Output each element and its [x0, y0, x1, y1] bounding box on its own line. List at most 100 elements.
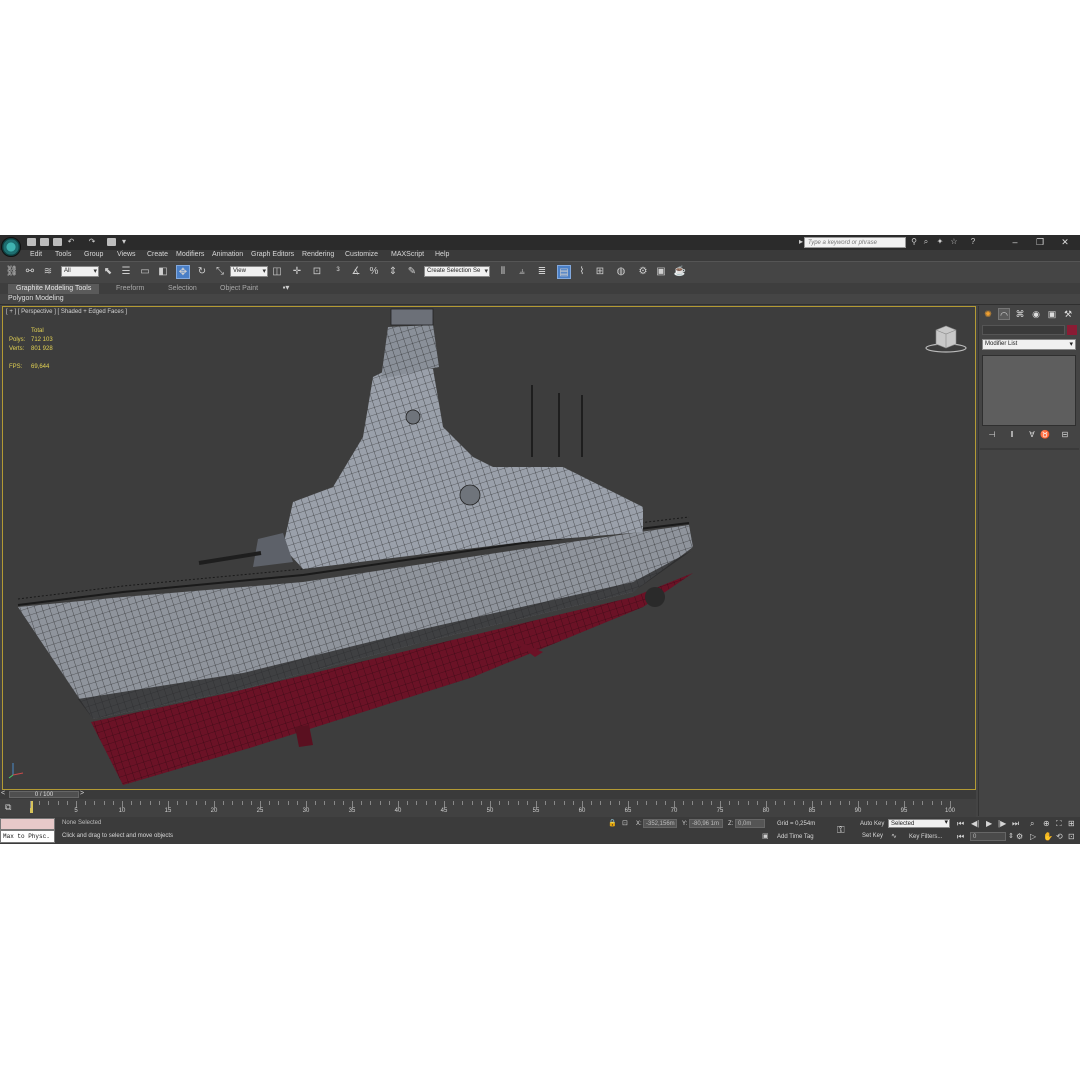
edit-named-selection-icon[interactable]: ✎: [405, 265, 419, 279]
percent-snap-icon[interactable]: %: [367, 265, 381, 279]
selection-filter-dropdown[interactable]: All: [61, 266, 99, 277]
x-coordinate-field[interactable]: -352,156m: [643, 819, 677, 828]
create-tab-icon[interactable]: ✺: [982, 308, 994, 320]
menu-modifiers[interactable]: Modifiers: [176, 251, 204, 258]
menu-animation[interactable]: Animation: [212, 251, 243, 258]
show-end-result-icon[interactable]: ‖: [1006, 430, 1018, 440]
undo-icon[interactable]: ↶: [67, 238, 75, 246]
pin-stack-icon[interactable]: ⊣: [986, 430, 998, 440]
key-filters-button[interactable]: Key Filters...: [909, 834, 942, 840]
zoom-all-icon[interactable]: ⊕: [1043, 819, 1050, 828]
graphite-toggle-icon[interactable]: ▤: [557, 265, 571, 279]
tab-object-paint[interactable]: Object Paint: [212, 284, 266, 294]
menu-maxscript[interactable]: MAXScript: [391, 251, 424, 258]
tab-graphite-modeling-tools[interactable]: Graphite Modeling Tools: [8, 284, 100, 294]
rendered-frame-window-icon[interactable]: ▣: [654, 265, 668, 279]
schematic-view-icon[interactable]: ⊞: [593, 265, 607, 279]
spinner-snap-icon[interactable]: ⇕: [386, 265, 400, 279]
default-in-out-tangent-icon[interactable]: ∿: [891, 832, 897, 840]
prev-frame-arrow[interactable]: <: [1, 790, 5, 797]
menu-help[interactable]: Help: [435, 251, 449, 258]
menu-create[interactable]: Create: [147, 251, 168, 258]
go-to-start-icon[interactable]: ⏮: [957, 819, 964, 829]
mirror-icon[interactable]: ⫴: [496, 265, 510, 279]
z-coordinate-field[interactable]: 0,0m: [735, 819, 765, 828]
snaps-toggle-icon[interactable]: ³: [331, 265, 345, 279]
maximize-viewport-icon[interactable]: ⊡: [1068, 832, 1075, 841]
zoom-extents-all-icon[interactable]: ⊞: [1068, 819, 1075, 828]
zoom-extents-icon[interactable]: ⛶: [1056, 819, 1062, 829]
menu-tools[interactable]: Tools: [55, 251, 71, 258]
binoculars-icon[interactable]: ⚲: [910, 238, 918, 246]
named-selection-dropdown[interactable]: Create Selection Se: [424, 266, 490, 277]
menu-rendering[interactable]: Rendering: [302, 251, 334, 258]
rect-selection-icon[interactable]: ▭: [138, 265, 152, 279]
select-move-icon[interactable]: ✥: [176, 265, 190, 279]
save-file-icon[interactable]: [53, 238, 62, 246]
rotate-icon[interactable]: ↻: [195, 265, 209, 279]
modify-tab-icon[interactable]: ◠: [998, 308, 1010, 320]
scale-icon[interactable]: ⤡: [213, 265, 227, 279]
viewcube-icon[interactable]: [924, 324, 968, 354]
search-icon[interactable]: ⌕: [922, 238, 930, 246]
make-unique-icon[interactable]: ∀: [1026, 430, 1038, 440]
trackbar-ruler[interactable]: 5 10 15 20 25 30 35 40 45 50 55 60 65 70 75 80 85 90 95 100: [30, 801, 955, 815]
curve-editor-icon[interactable]: ⌇: [575, 265, 589, 279]
select-by-name-icon[interactable]: ☰: [119, 265, 133, 279]
key-mode-toggle-icon[interactable]: ⏮: [957, 832, 964, 842]
quick-access-dropdown-icon[interactable]: ▾: [120, 238, 128, 246]
time-configuration-icon[interactable]: ⚙: [1016, 832, 1023, 841]
trackbar[interactable]: ⧉ 5 10 15 20 25 30 35 40 45 50 55 60 65 70 75 80 85 90 95 1…: [0, 799, 976, 817]
new-file-icon[interactable]: [27, 238, 36, 246]
search-input[interactable]: Type a keyword or phrase: [804, 237, 906, 248]
open-file-icon[interactable]: [40, 238, 49, 246]
window-crossing-icon[interactable]: ◧: [156, 265, 170, 279]
reference-coordinate-dropdown[interactable]: View: [230, 266, 268, 277]
align-icon[interactable]: ⫨: [515, 265, 529, 279]
maxscript-listener-input[interactable]: Max to Physc.: [0, 830, 55, 843]
zoom-icon[interactable]: ⌕: [1030, 819, 1034, 829]
absolute-mode-icon[interactable]: ⊡: [622, 819, 628, 827]
current-frame-field[interactable]: 0: [970, 832, 1006, 841]
restore-button[interactable]: ❐: [1033, 236, 1047, 248]
field-of-view-icon[interactable]: ▷: [1030, 832, 1036, 841]
display-tab-icon[interactable]: ▣: [1046, 308, 1058, 320]
utilities-tab-icon[interactable]: ⚒: [1062, 308, 1074, 320]
time-slider[interactable]: < 0 / 100 >: [0, 790, 976, 799]
lock-selection-icon[interactable]: 🔒: [608, 819, 617, 827]
key-mode-dropdown[interactable]: Selected: [888, 819, 950, 828]
help-icon[interactable]: ?: [969, 238, 977, 246]
time-tag-icon[interactable]: ▣: [762, 832, 769, 840]
layer-manager-icon[interactable]: ≣: [535, 265, 549, 279]
polygon-modeling-panel[interactable]: Polygon Modeling: [8, 295, 64, 302]
menu-group[interactable]: Group: [84, 251, 103, 258]
app-logo-icon[interactable]: [1, 237, 21, 257]
configure-modifier-sets-icon[interactable]: ⊟: [1059, 430, 1071, 440]
angle-snap-icon[interactable]: ∡: [349, 265, 363, 279]
modifier-list-dropdown[interactable]: Modifier List: [982, 339, 1076, 350]
close-button[interactable]: ✕: [1058, 236, 1072, 248]
pan-view-icon[interactable]: ✋: [1043, 832, 1053, 841]
unlink-icon[interactable]: ⚯: [23, 265, 37, 279]
material-editor-icon[interactable]: ◍: [614, 265, 628, 279]
maxscript-listener-output[interactable]: [0, 818, 55, 830]
minimize-button[interactable]: –: [1008, 236, 1022, 248]
menu-views[interactable]: Views: [117, 251, 136, 258]
select-manipulate-icon[interactable]: ✛: [290, 265, 304, 279]
y-coordinate-field[interactable]: -80,96 1m: [689, 819, 723, 828]
warship-model[interactable]: [3, 307, 976, 790]
hierarchy-tab-icon[interactable]: ⌘: [1014, 308, 1026, 320]
next-frame-icon[interactable]: |▶: [998, 819, 1006, 828]
menu-graph-editors[interactable]: Graph Editors: [251, 251, 294, 258]
project-folder-icon[interactable]: [107, 238, 116, 246]
favorites-icon[interactable]: ☆: [950, 238, 958, 246]
select-object-icon[interactable]: ⬉: [101, 265, 115, 279]
next-frame-arrow[interactable]: >: [80, 790, 84, 797]
render-setup-icon[interactable]: ⚙: [636, 265, 650, 279]
motion-tab-icon[interactable]: ◉: [1030, 308, 1042, 320]
time-slider-thumb[interactable]: 0 / 100: [9, 791, 79, 798]
tab-freeform[interactable]: Freeform: [108, 284, 152, 294]
object-name-field[interactable]: [982, 325, 1065, 335]
key-icon[interactable]: ⚿: [837, 825, 845, 836]
remove-modifier-icon[interactable]: ♉: [1039, 430, 1051, 440]
